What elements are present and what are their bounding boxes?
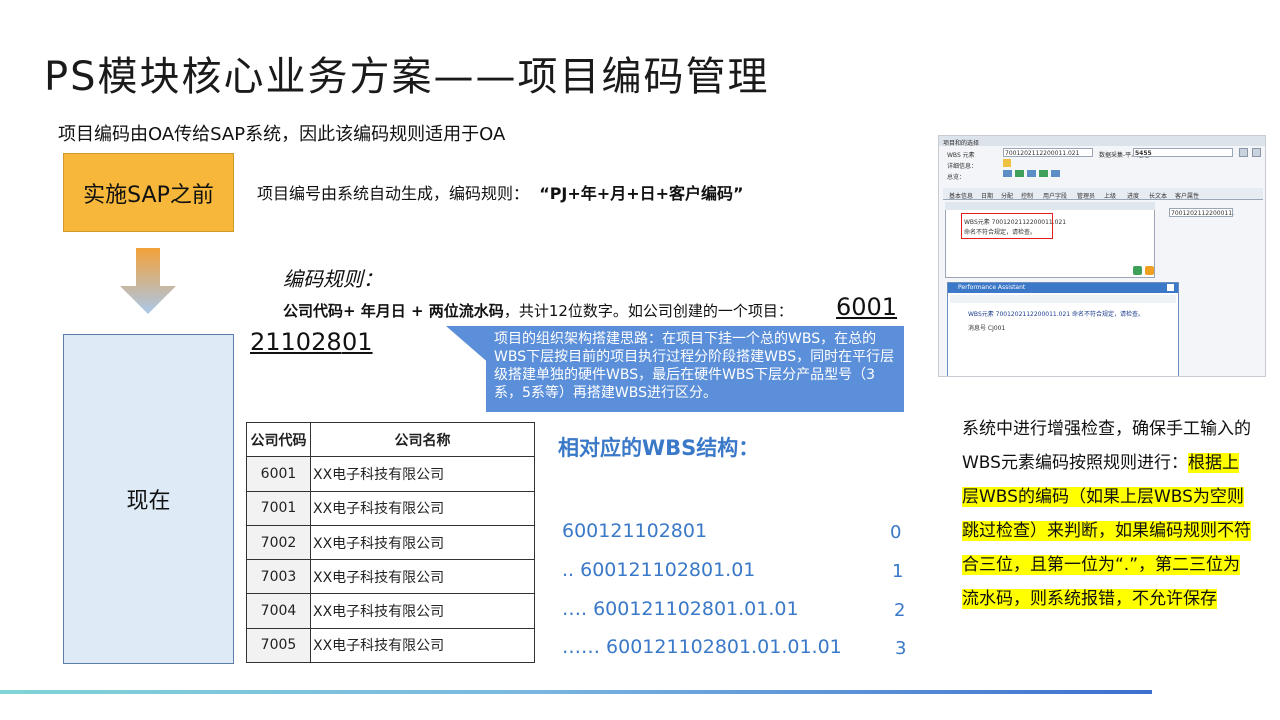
down-arrow-icon <box>120 248 176 314</box>
footer-line <box>0 690 1152 694</box>
wbs-level: 2 <box>894 600 906 621</box>
error-highlight-box: WBS元素 7001202112200011.021 命名不符合规定，请检查。 <box>961 213 1066 239</box>
company-code-cell: 7004 <box>246 593 311 629</box>
company-name-cell: XX电子科技有限公司 <box>310 593 535 629</box>
wbs-code: …… 600121102801.01.01.01 <box>562 636 842 658</box>
company-code-table: 公司代码 公司名称 6001 XX电子科技有限公司 7001 XX电子科技有限公司 … <box>246 421 535 664</box>
pa-message: WBS元素 7001202112200011.021 命名不符合规定，请检查。 <box>968 311 1145 318</box>
wbs-level: 1 <box>892 561 904 582</box>
sap-header-label: 项目和的选择 <box>943 140 980 147</box>
sap-error-line1: WBS元素 7001202112200011.021 <box>964 219 1067 226</box>
sap-tab[interactable]: 管理员 <box>1077 191 1095 200</box>
table-row: 7005 XX电子科技有限公司 <box>246 627 535 664</box>
rule-description: 公司代码+ 年月日 + 两位流水码，共计12位数字。如公司创建的一个项目： <box>283 300 793 321</box>
sap-tab[interactable]: 上级 <box>1104 191 1116 200</box>
now-box: 现在 <box>63 334 234 664</box>
sap-tab[interactable]: 日期 <box>981 191 993 200</box>
sap-wbs-label: WBS 元素 <box>947 152 975 159</box>
wbs-code: …. 600121102801.01.01 <box>562 598 799 620</box>
sap-status-label: 总览： <box>947 174 966 181</box>
sap-field-value: 7001202112200011. <box>1171 210 1234 217</box>
wbs-level: 0 <box>890 522 902 543</box>
rule-heading: 编码规则： <box>283 267 383 291</box>
wbs-code: 600121102801 <box>562 520 708 542</box>
company-code-cell: 7003 <box>246 559 311 595</box>
page-title: PS模块核心业务方案——项目编码管理 <box>44 54 770 100</box>
sap-tab[interactable]: 客户属性 <box>1175 191 1199 200</box>
performance-assistant-window: Performance Assistant WBS元素 700120211220… <box>947 282 1179 376</box>
example-code-date: 211028 <box>250 328 342 356</box>
before-sap-rule: “PJ+年+月+日+客户编码” <box>539 184 744 203</box>
sap-tab[interactable]: 用户字段 <box>1043 191 1067 200</box>
sap-detail-label: 详细信息： <box>947 163 978 170</box>
company-name-cell: XX电子科技有限公司 <box>310 456 535 492</box>
example-code-company: 6001 <box>836 293 898 321</box>
sap-tab[interactable]: 分配 <box>1001 191 1013 200</box>
note-highlight: 根据上层WBS的编码（如果上层WBS为空则跳过检查）来判断，如果编码规则不符合三… <box>962 453 1251 609</box>
sap-desc-value: 5455 <box>1135 150 1152 157</box>
wbs-structure-callout: 项目的组织架构搭建思路：在项目下挂一个总的WBS，在总的WBS下层按目前的项目执… <box>486 326 904 412</box>
table-row: 7002 XX电子科技有限公司 <box>246 524 535 561</box>
rule-text: ，共计12位数字。如公司创建的一个项目： <box>503 302 793 320</box>
table-row: 6001 XX电子科技有限公司 <box>246 456 535 492</box>
pa-title: Performance Assistant <box>948 283 1178 293</box>
sap-tab[interactable]: 控制 <box>1021 191 1033 200</box>
company-name-cell: XX电子科技有限公司 <box>310 524 535 561</box>
sap-error-line2: 命名不符合规定，请检查。 <box>964 229 1037 236</box>
table-header-name: 公司名称 <box>310 421 535 458</box>
table-header-row: 公司代码 公司名称 <box>246 421 535 458</box>
page-subtitle: 项目编码由OA传给SAP系统，因此该编码规则适用于OA <box>58 124 506 145</box>
wbs-structure-heading: 相对应的WBS结构： <box>558 436 760 460</box>
before-sap-description: 项目编号由系统自动生成，编码规则： “PJ+年+月+日+客户编码” <box>257 180 744 204</box>
table-row: 7004 XX电子科技有限公司 <box>246 593 535 629</box>
company-code-cell: 7001 <box>246 490 311 526</box>
sap-wbs-value: 7001202112200011.021 <box>1005 150 1080 157</box>
pa-message-number: 消息号 CJ001 <box>968 325 1006 332</box>
table-row: 7001 XX电子科技有限公司 <box>246 490 535 526</box>
before-sap-text: 项目编号由系统自动生成，编码规则： <box>257 184 530 203</box>
wbs-code: .. 600121102801.01 <box>562 559 756 581</box>
sap-tab[interactable]: 基本信息 <box>949 191 973 200</box>
company-code-cell: 7005 <box>246 627 311 664</box>
sap-error-screenshot: 项目和的选择 WBS 元素 7001202112200011.021 数据采集-… <box>938 135 1266 377</box>
wbs-level: 3 <box>895 638 907 659</box>
company-code-cell: 7002 <box>246 524 311 561</box>
example-code-serial: 01 <box>342 328 373 356</box>
company-name-cell: XX电子科技有限公司 <box>310 627 535 664</box>
sap-tab[interactable]: 长文本 <box>1149 191 1167 200</box>
rule-formula: 公司代码+ 年月日 + 两位流水码 <box>283 302 504 320</box>
company-name-cell: XX电子科技有限公司 <box>310 559 535 595</box>
before-sap-box: 实施SAP之前 <box>63 153 234 232</box>
sap-tab[interactable]: 进度 <box>1127 191 1139 200</box>
company-code-cell: 6001 <box>246 456 311 492</box>
table-row: 7003 XX电子科技有限公司 <box>246 559 535 595</box>
table-header-code: 公司代码 <box>246 421 311 458</box>
enhancement-check-note: 系统中进行增强检查，确保手工输入的WBS元素编码按照规则进行：根据上层WBS的编… <box>962 412 1254 616</box>
company-name-cell: XX电子科技有限公司 <box>310 490 535 526</box>
